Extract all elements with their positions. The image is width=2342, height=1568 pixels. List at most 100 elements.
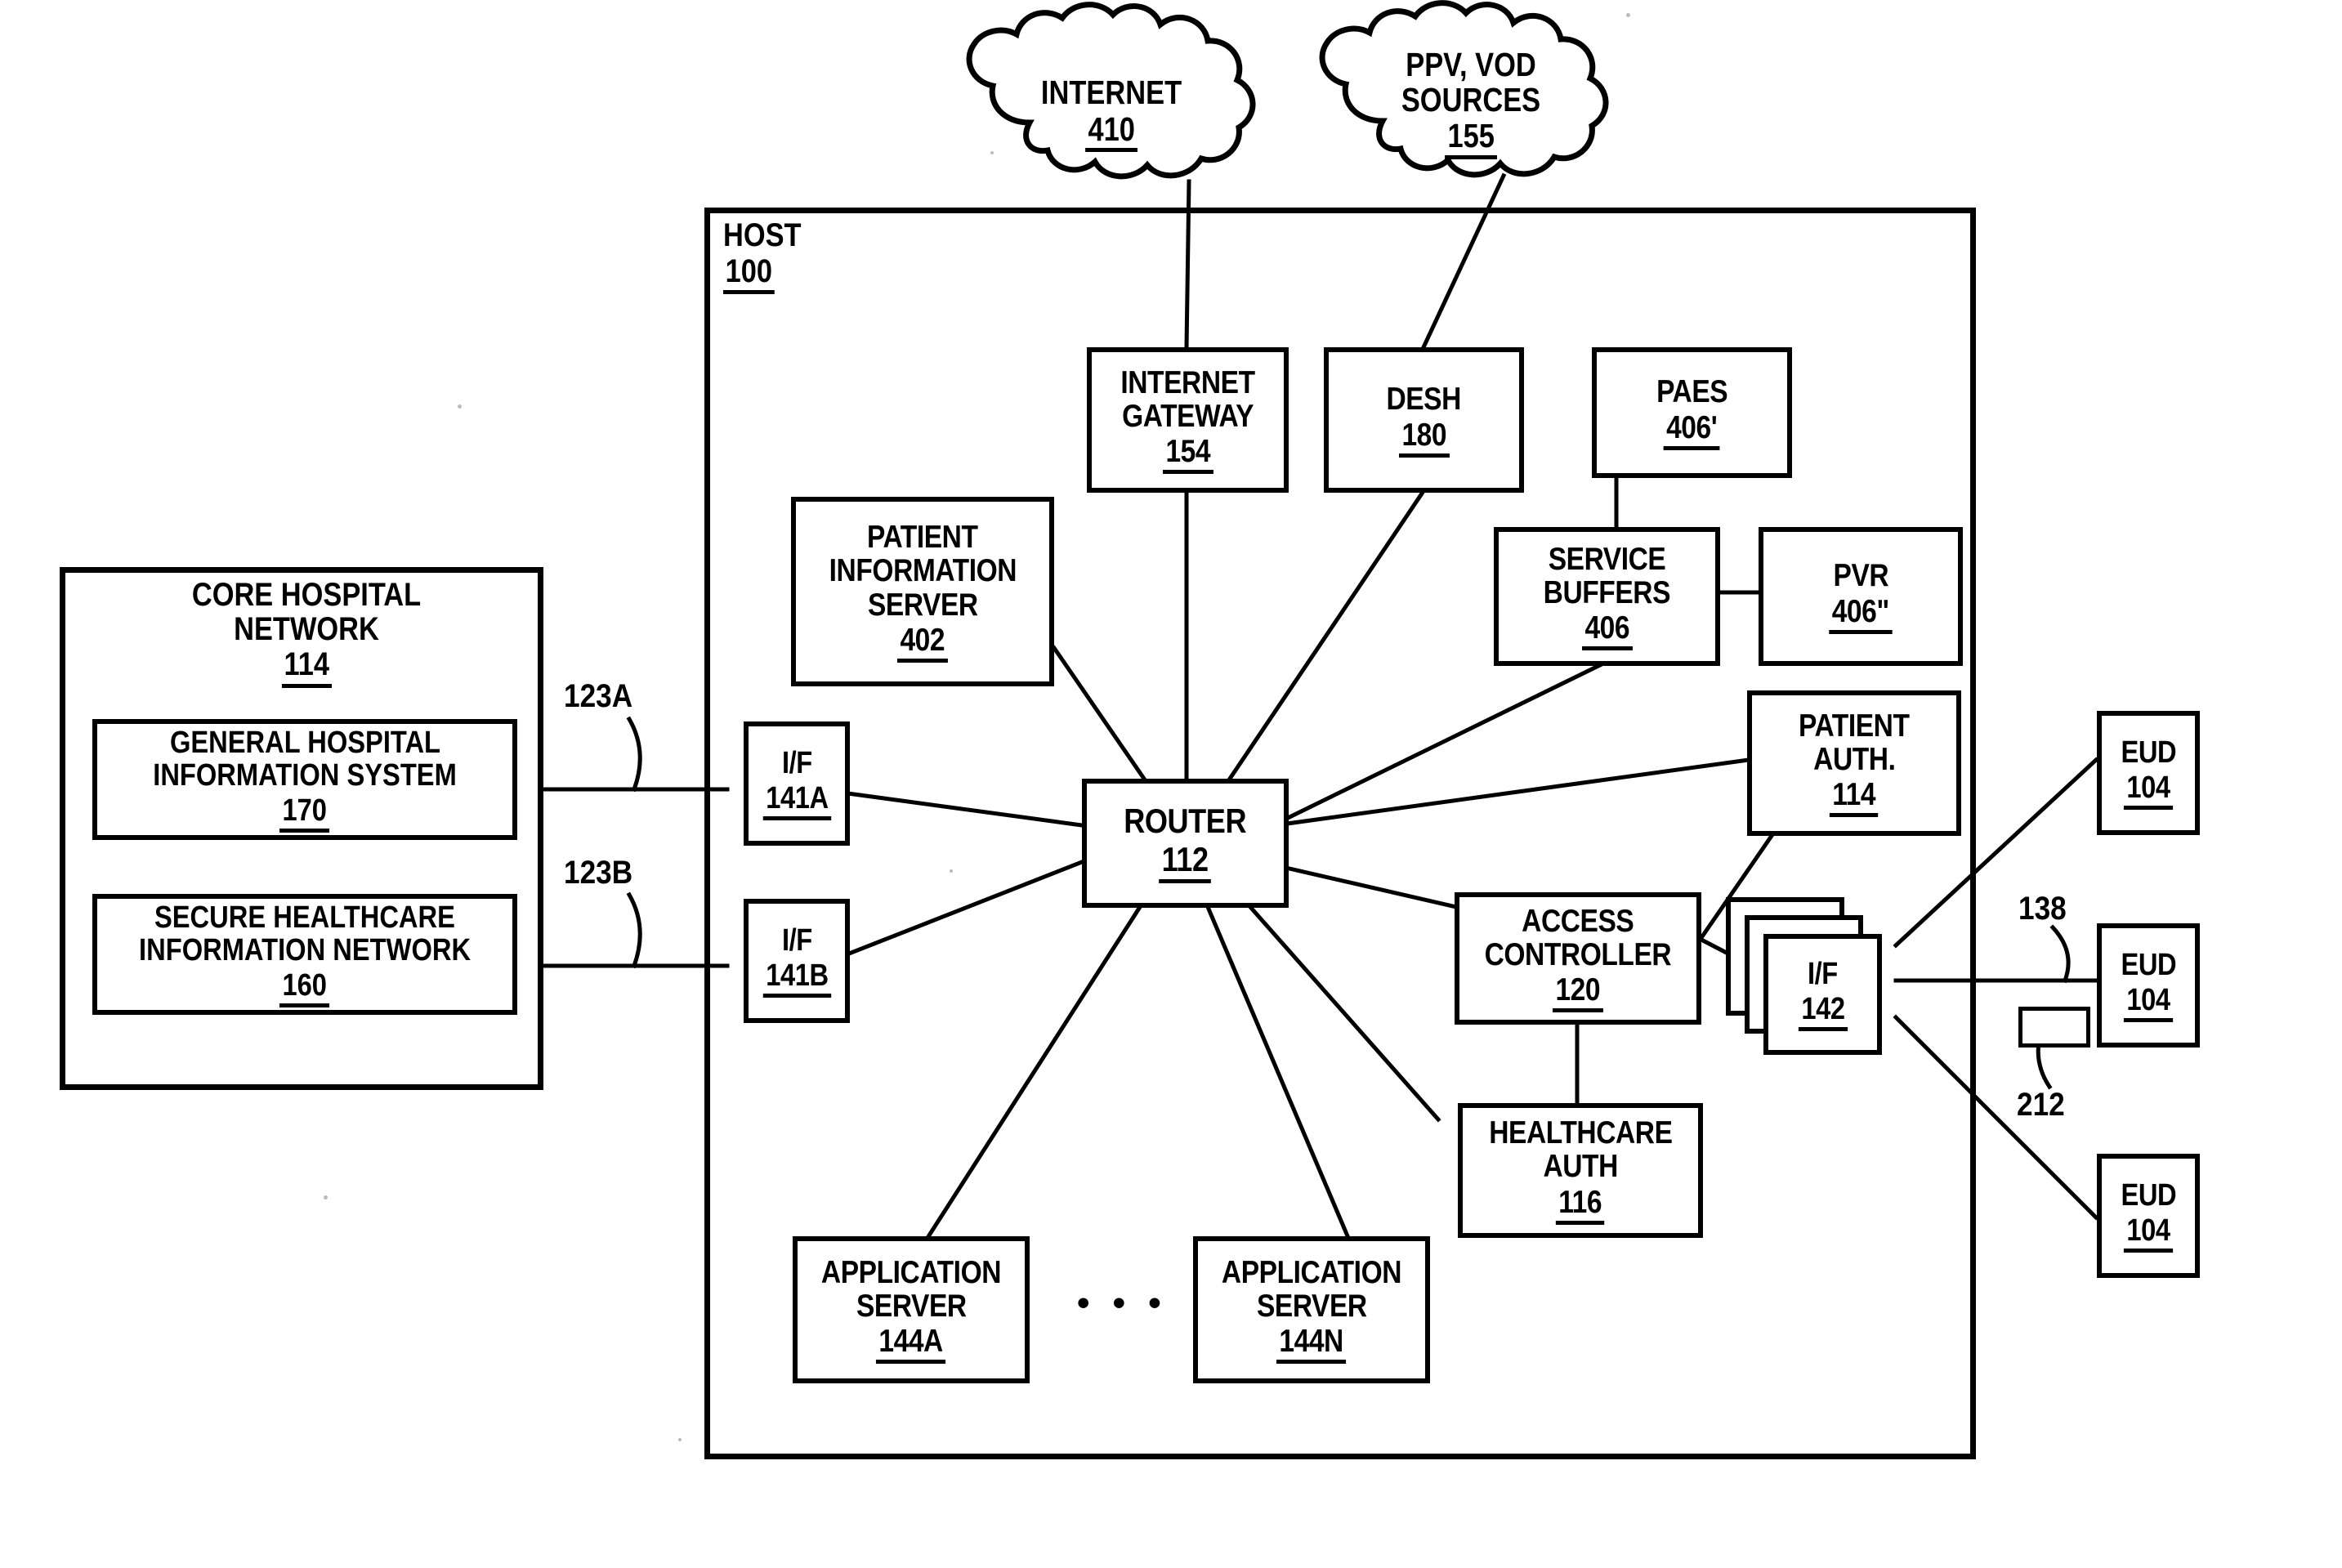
general-hospital-information-system-box[interactable]: GENERAL HOSPITAL INFORMATION SYSTEM 170 xyxy=(92,719,517,840)
app-server-a-line1: APPLICATION xyxy=(820,1254,1002,1290)
shin-line2: INFORMATION NETWORK xyxy=(138,932,472,967)
patient-auth-number: 114 xyxy=(1830,778,1879,818)
scan-speck xyxy=(1626,13,1630,17)
ref-label-138: 138 xyxy=(2018,891,2067,927)
desh-box[interactable]: DESH 180 xyxy=(1324,347,1524,493)
if-141b-box[interactable]: I/F 141B xyxy=(744,899,850,1023)
cloud-internet-number: 410 xyxy=(1084,111,1138,153)
service-buffers-number: 406 xyxy=(1581,611,1633,651)
if-141a-box[interactable]: I/F 141A xyxy=(744,721,850,846)
leader-138 xyxy=(2049,924,2071,984)
desh-line1: DESH xyxy=(1386,382,1462,418)
access-controller-line2: CONTROLLER xyxy=(1484,936,1672,972)
paes-box[interactable]: PAES 406' xyxy=(1592,347,1792,478)
app-server-a-number: 144A xyxy=(876,1325,946,1365)
scan-speck xyxy=(324,1195,328,1199)
eud-3-box[interactable]: EUD 104 xyxy=(2097,1154,2200,1278)
if-142-box[interactable]: I/F 142 xyxy=(1763,934,1882,1055)
if-142-line1: I/F xyxy=(1808,957,1838,992)
app-server-n-line1: APPLICATION xyxy=(1221,1254,1402,1290)
cloud-internet-label: INTERNET 410 xyxy=(964,74,1258,153)
cloud-ppv-vod-label: PPV, VOD SOURCES 155 xyxy=(1316,47,1626,159)
cloud-ppv-vod-wrapper: PPV, VOD SOURCES 155 xyxy=(1316,8,1626,184)
cloud-ppv-vod-title-1: PPV, VOD xyxy=(1406,46,1536,83)
desh-number: 180 xyxy=(1398,418,1450,458)
shin-number: 160 xyxy=(279,969,330,1008)
router-line1: ROUTER xyxy=(1124,801,1247,840)
access-controller-line1: ACCESS xyxy=(1522,903,1634,939)
router-box[interactable]: ROUTER 112 xyxy=(1082,779,1289,908)
scan-speck xyxy=(678,1438,682,1441)
app-server-n-number: 144N xyxy=(1276,1325,1347,1365)
app-servers-ellipsis: • • • xyxy=(1077,1283,1168,1323)
patient-auth-line2: AUTH. xyxy=(1812,741,1896,777)
application-server-n-box[interactable]: APPLICATION SERVER 144N xyxy=(1193,1236,1430,1383)
healthcare-auth-box[interactable]: HEALTHCARE AUTH 116 xyxy=(1458,1103,1703,1238)
ref-label-212: 212 xyxy=(2017,1087,2065,1123)
patent-figure: INTERNET 410 PPV, VOD SOURCES 155 HOST 1… xyxy=(0,0,2342,1568)
service-buffers-line1: SERVICE xyxy=(1548,541,1666,577)
internet-gateway-line2: GATEWAY xyxy=(1121,398,1254,434)
eud-3-number: 104 xyxy=(2123,1213,2174,1253)
patient-auth-box[interactable]: PATIENT AUTH. 114 xyxy=(1747,690,1961,836)
access-controller-number: 120 xyxy=(1553,973,1603,1013)
eud-2-number: 104 xyxy=(2123,983,2174,1022)
if-141b-line1: I/F xyxy=(781,923,812,958)
ref-label-123a: 123A xyxy=(564,678,633,714)
pvr-line1: PVR xyxy=(1833,558,1888,594)
paes-line1: PAES xyxy=(1656,374,1728,410)
if-142-number: 142 xyxy=(1798,992,1848,1031)
if-141a-number: 141A xyxy=(762,781,831,820)
core-hospital-network-label: CORE HOSPITAL NETWORK 114 xyxy=(86,577,527,688)
ghis-number: 170 xyxy=(279,794,330,833)
eud-2-line1: EUD xyxy=(2121,948,2176,983)
patient-information-server-box[interactable]: PATIENT INFORMATION SERVER 402 xyxy=(791,497,1054,686)
internet-gateway-line1: INTERNET xyxy=(1120,364,1255,400)
if-141a-line1: I/F xyxy=(781,746,812,781)
internet-gateway-box[interactable]: INTERNET GATEWAY 154 xyxy=(1087,347,1289,493)
core-hospital-network-title: CORE HOSPITAL NETWORK xyxy=(191,577,422,647)
healthcare-auth-line2: AUTH xyxy=(1543,1149,1618,1185)
host-title: HOST xyxy=(723,217,802,253)
application-server-a-box[interactable]: APPLICATION SERVER 144A xyxy=(793,1236,1030,1383)
ghis-line1: GENERAL HOSPITAL xyxy=(169,725,440,760)
access-controller-box[interactable]: ACCESS CONTROLLER 120 xyxy=(1455,892,1701,1025)
patient-info-server-number: 402 xyxy=(897,623,948,663)
ref-label-123b: 123B xyxy=(564,855,633,891)
cloud-internet-wrapper: INTERNET 410 xyxy=(964,16,1258,188)
paes-number: 406' xyxy=(1663,410,1721,450)
shin-line1: SECURE HEALTHCARE xyxy=(154,900,455,935)
patient-info-server-line2: INFORMATION xyxy=(829,553,1017,589)
leader-123b xyxy=(626,891,642,969)
app-server-a-line2: SERVER xyxy=(856,1288,967,1324)
eud-1-box[interactable]: EUD 104 xyxy=(2097,711,2200,835)
patient-info-server-line3: SERVER xyxy=(867,587,978,623)
internet-gateway-number: 154 xyxy=(1162,435,1213,475)
eud-1-line1: EUD xyxy=(2121,735,2176,771)
eud-3-line1: EUD xyxy=(2121,1178,2176,1213)
healthcare-auth-line1: HEALTHCARE xyxy=(1488,1115,1673,1150)
eud-1-number: 104 xyxy=(2123,771,2174,810)
pvr-number: 406" xyxy=(1829,594,1893,634)
host-label: HOST 100 xyxy=(723,217,814,295)
core-hospital-network-number: 114 xyxy=(281,648,332,688)
host-number: 100 xyxy=(723,254,775,295)
if-141b-number: 141B xyxy=(762,958,831,998)
pvr-box[interactable]: PVR 406" xyxy=(1759,527,1963,666)
cloud-ppv-vod-number: 155 xyxy=(1444,118,1498,159)
cloud-internet-title: INTERNET xyxy=(1040,74,1182,111)
scan-speck xyxy=(458,404,462,409)
healthcare-auth-number: 116 xyxy=(1556,1185,1605,1225)
service-buffers-box[interactable]: SERVICE BUFFERS 406 xyxy=(1494,527,1720,666)
patient-auth-line1: PATIENT xyxy=(1799,708,1910,744)
cloud-ppv-vod-title-2: SOURCES xyxy=(1401,80,1541,118)
service-buffers-line2: BUFFERS xyxy=(1543,574,1671,610)
leader-123a xyxy=(626,716,642,793)
direction-arrow-box xyxy=(2018,1007,2090,1048)
app-server-n-line2: SERVER xyxy=(1256,1288,1367,1324)
secure-healthcare-information-network-box[interactable]: SECURE HEALTHCARE INFORMATION NETWORK 16… xyxy=(92,894,517,1015)
eud-2-box[interactable]: EUD 104 xyxy=(2097,923,2200,1048)
ghis-line2: INFORMATION SYSTEM xyxy=(153,757,457,793)
router-number: 112 xyxy=(1159,841,1212,884)
patient-info-server-line1: PATIENT xyxy=(867,519,978,555)
